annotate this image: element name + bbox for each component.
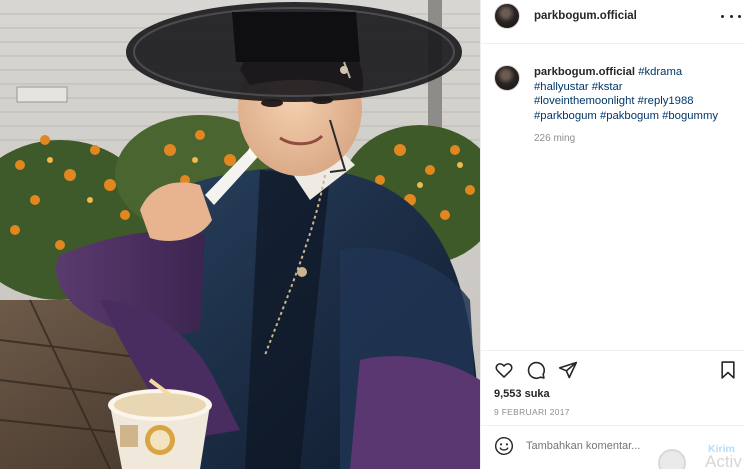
post-photo[interactable] bbox=[0, 0, 480, 469]
caption-hashtag[interactable]: #kdrama bbox=[638, 66, 682, 78]
comment-bar: Kirim Activ bbox=[481, 425, 745, 469]
bookmark-icon[interactable] bbox=[718, 360, 738, 380]
like-count[interactable]: 9,553 suka bbox=[494, 388, 550, 400]
post-details-panel: parkbogum.official parkbogum.official #k… bbox=[480, 0, 745, 469]
share-icon[interactable] bbox=[558, 360, 578, 380]
caption-hashtags-line4[interactable]: #parkbogum #pakbogum #bogummy bbox=[534, 110, 718, 122]
post-date[interactable]: 9 FEBRUARI 2017 bbox=[494, 407, 570, 417]
avatar[interactable] bbox=[494, 3, 520, 29]
caption-hashtags-line3[interactable]: #loveinthemoonlight #reply1988 bbox=[534, 95, 694, 107]
post-header: parkbogum.official bbox=[481, 0, 745, 44]
caption-avatar[interactable] bbox=[494, 65, 520, 91]
heart-icon[interactable] bbox=[494, 360, 514, 380]
caption-username[interactable]: parkbogum.official bbox=[534, 66, 635, 78]
comment-icon[interactable] bbox=[526, 360, 546, 380]
header-username[interactable]: parkbogum.official bbox=[534, 10, 637, 22]
caption-time-ago[interactable]: 226 ming bbox=[534, 133, 575, 144]
post-photo-illustration bbox=[0, 0, 480, 469]
activation-watermark: Activ bbox=[705, 452, 742, 469]
emoji-icon[interactable] bbox=[494, 436, 514, 456]
caption-text: parkbogum.official #kdrama #hallyustar #… bbox=[534, 65, 734, 123]
more-options-icon[interactable] bbox=[721, 9, 741, 23]
action-bar: 9,553 suka 9 FEBRUARI 2017 bbox=[481, 350, 745, 430]
overlay-circle bbox=[658, 449, 686, 469]
caption-hashtags-line2[interactable]: #hallyustar #kstar bbox=[534, 81, 623, 93]
